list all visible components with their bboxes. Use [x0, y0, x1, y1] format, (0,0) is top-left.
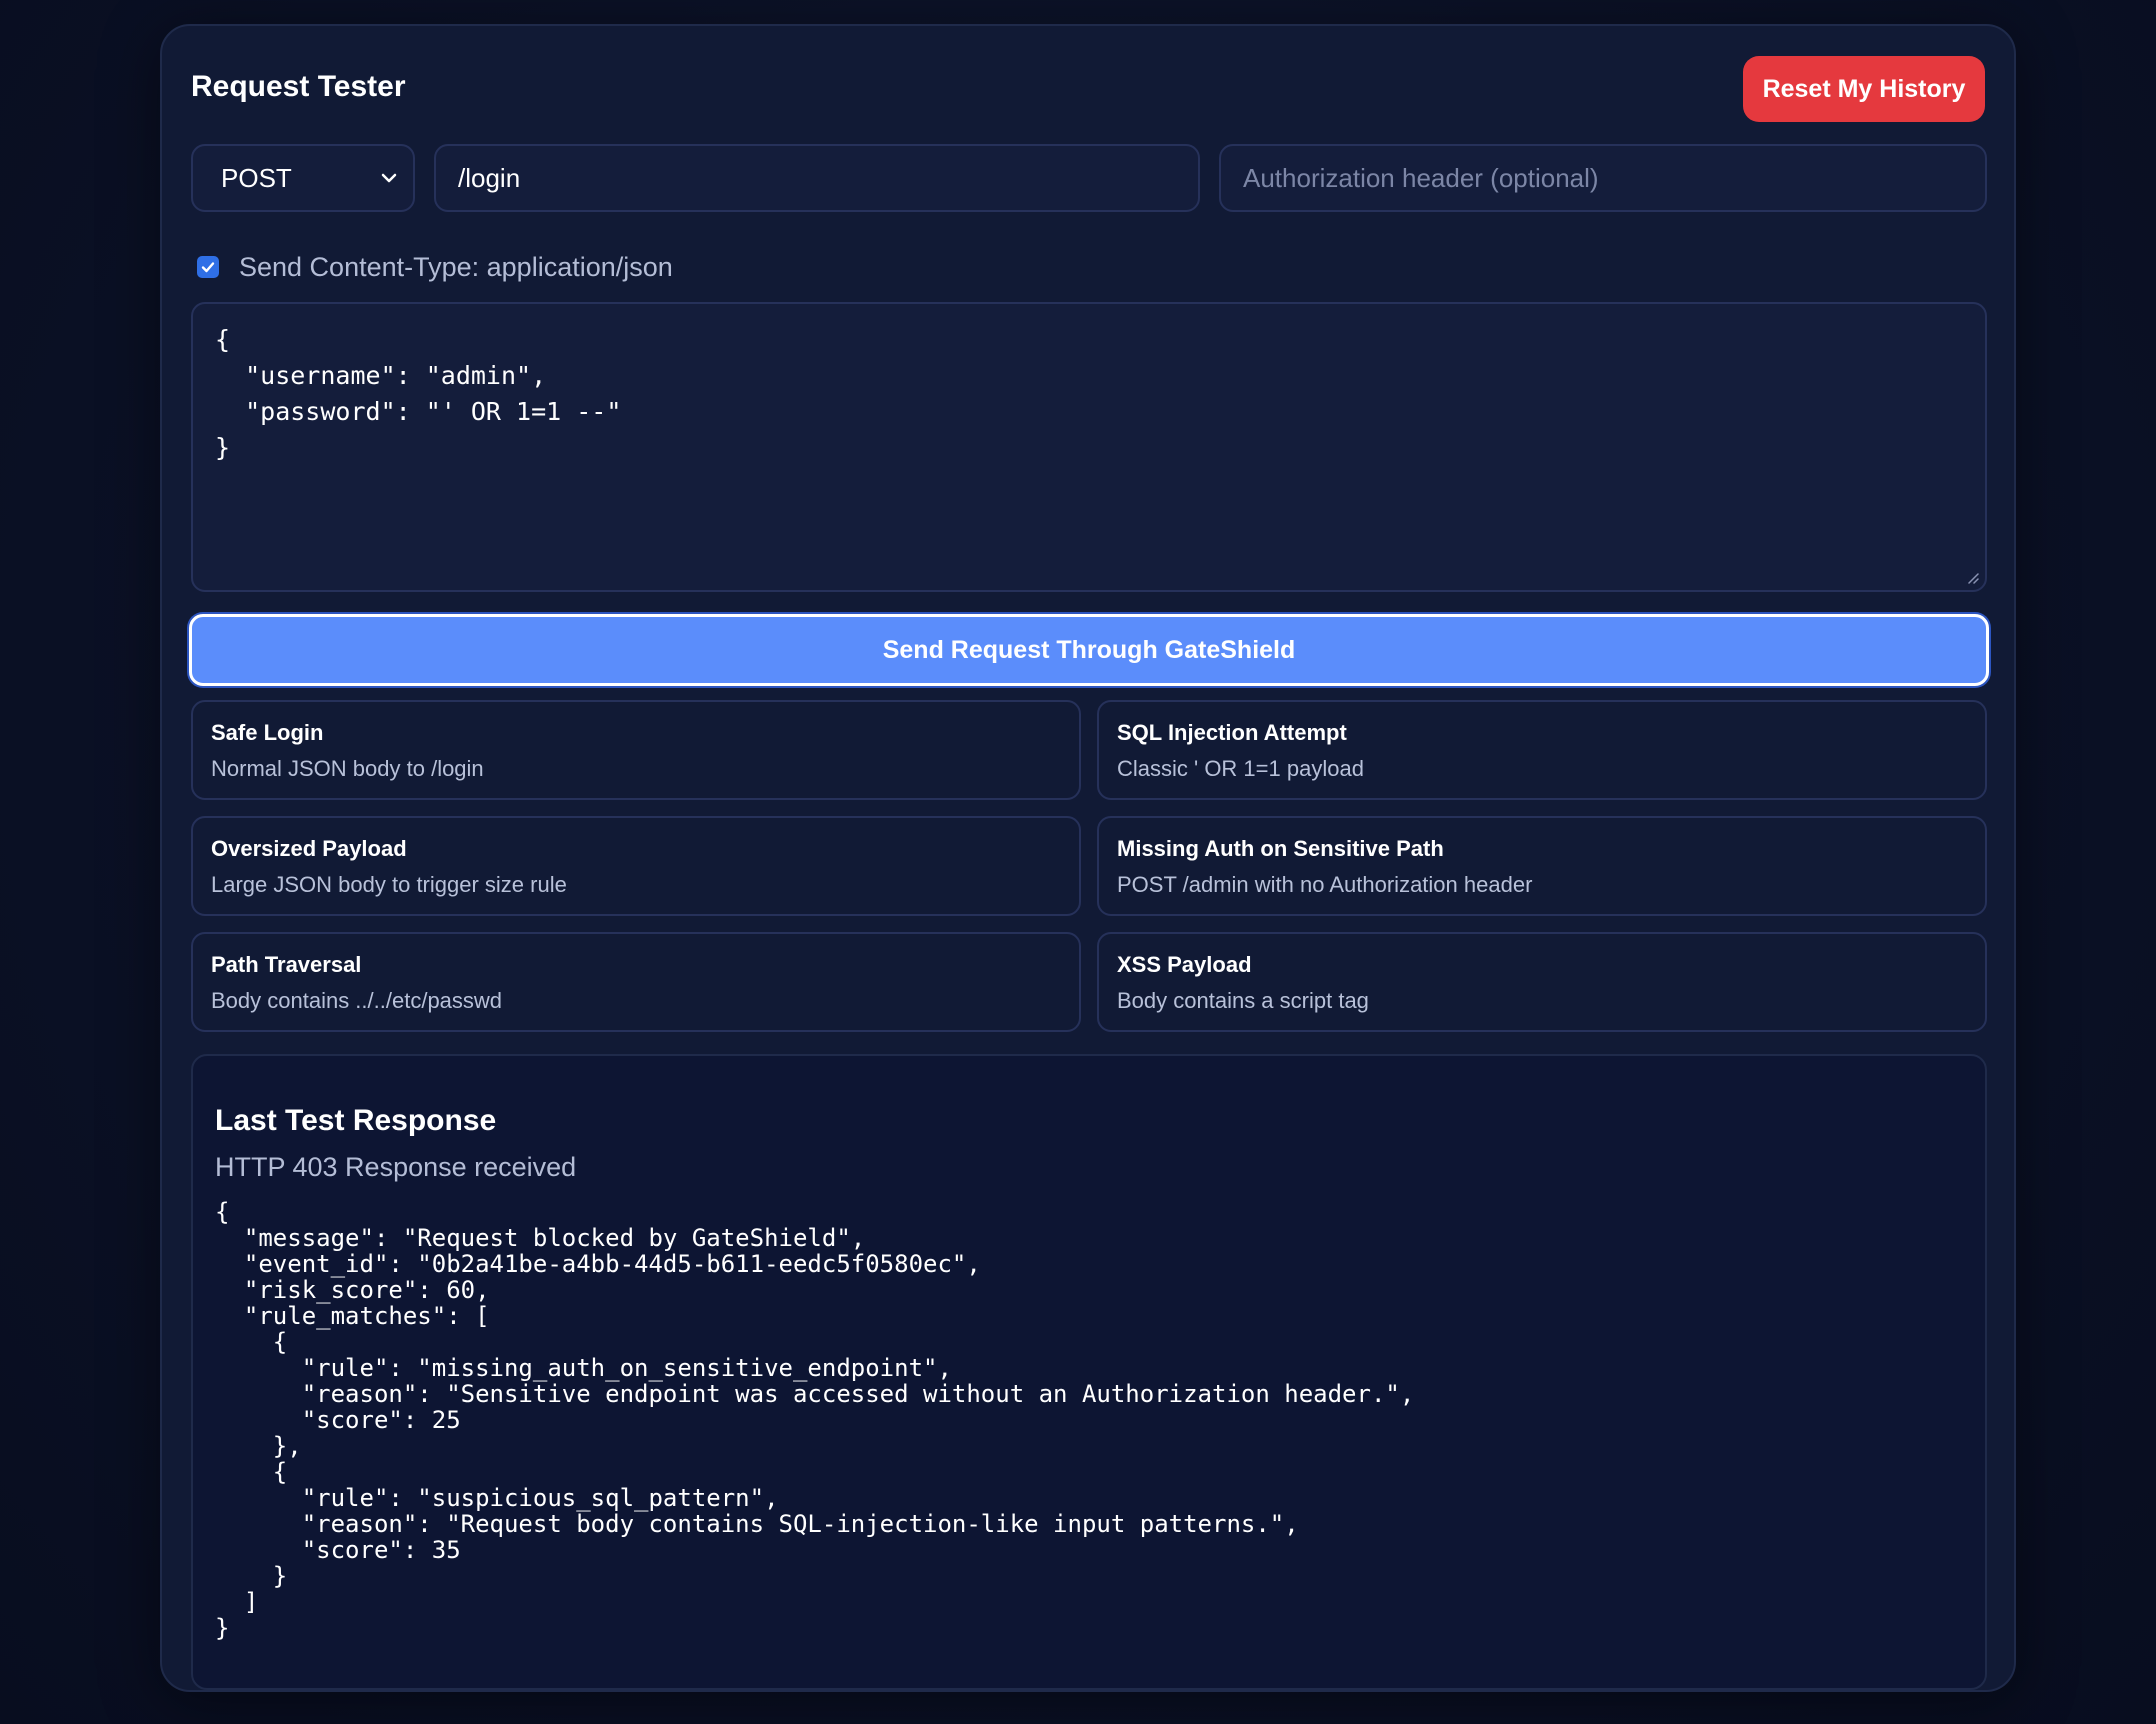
- response-title: Last Test Response: [215, 1104, 497, 1137]
- checkmark-icon: [201, 262, 215, 273]
- preset-description: Body contains ../../etc/passwd: [211, 988, 503, 1013]
- preset-title: Safe Login: [211, 720, 324, 745]
- method-value: POST: [221, 162, 292, 193]
- send-request-button[interactable]: Send Request Through GateShield: [189, 614, 1989, 686]
- request-body-editor[interactable]: { "username": "admin", "password": "' OR…: [191, 302, 1987, 592]
- preset-description: Normal JSON body to /login: [211, 756, 484, 781]
- authorization-header-input[interactable]: Authorization header (optional): [1219, 144, 1987, 212]
- preset-title: SQL Injection Attempt: [1117, 720, 1347, 745]
- content-type-checkbox[interactable]: [197, 256, 219, 278]
- preset-description: Large JSON body to trigger size rule: [211, 872, 567, 897]
- preset-title: Path Traversal: [211, 952, 362, 977]
- preset-title: Missing Auth on Sensitive Path: [1117, 836, 1444, 861]
- preset-oversized-payload[interactable]: Oversized Payload Large JSON body to tri…: [191, 816, 1081, 916]
- preset-grid: Safe Login Normal JSON body to /login SQ…: [191, 700, 1987, 1032]
- request-tester-panel: Request Tester Reset My History POST /lo…: [160, 24, 2016, 1692]
- preset-missing-auth[interactable]: Missing Auth on Sensitive Path POST /adm…: [1097, 816, 1987, 916]
- preset-title: Oversized Payload: [211, 836, 407, 861]
- preset-title: XSS Payload: [1117, 952, 1252, 977]
- page-title: Request Tester: [191, 70, 406, 103]
- preset-description: Body contains a script tag: [1117, 988, 1369, 1013]
- preset-safe-login[interactable]: Safe Login Normal JSON body to /login: [191, 700, 1081, 800]
- request-body-text: { "username": "admin", "password": "' OR…: [215, 325, 622, 462]
- preset-sql-injection[interactable]: SQL Injection Attempt Classic ' OR 1=1 p…: [1097, 700, 1987, 800]
- response-body: { "message": "Request blocked by GateShi…: [215, 1198, 1415, 1642]
- last-test-response-panel: Last Test Response HTTP 403 Response rec…: [191, 1054, 1987, 1690]
- preset-description: POST /admin with no Authorization header: [1117, 872, 1533, 897]
- preset-path-traversal[interactable]: Path Traversal Body contains ../../etc/p…: [191, 932, 1081, 1032]
- content-type-label[interactable]: Send Content-Type: application/json: [239, 252, 673, 283]
- method-select[interactable]: POST: [191, 144, 415, 212]
- chevron-down-icon: [381, 173, 397, 183]
- resize-grip-icon[interactable]: [1965, 570, 1979, 584]
- preset-description: Classic ' OR 1=1 payload: [1117, 756, 1364, 781]
- preset-xss-payload[interactable]: XSS Payload Body contains a script tag: [1097, 932, 1987, 1032]
- path-input[interactable]: /login: [434, 144, 1200, 212]
- response-status: HTTP 403 Response received: [215, 1152, 577, 1182]
- reset-history-button[interactable]: Reset My History: [1743, 56, 1985, 122]
